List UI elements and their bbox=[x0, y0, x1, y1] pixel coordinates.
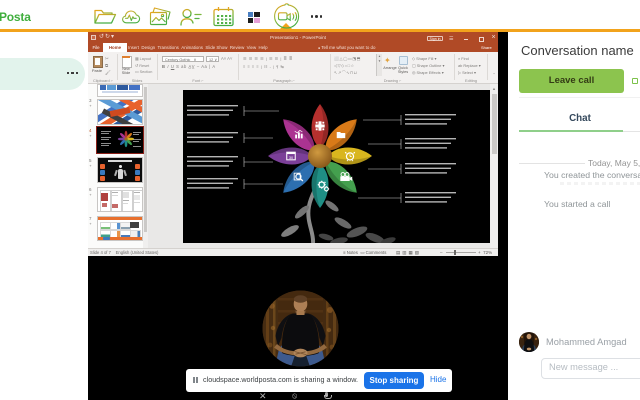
svg-text:30: 30 bbox=[289, 156, 293, 160]
